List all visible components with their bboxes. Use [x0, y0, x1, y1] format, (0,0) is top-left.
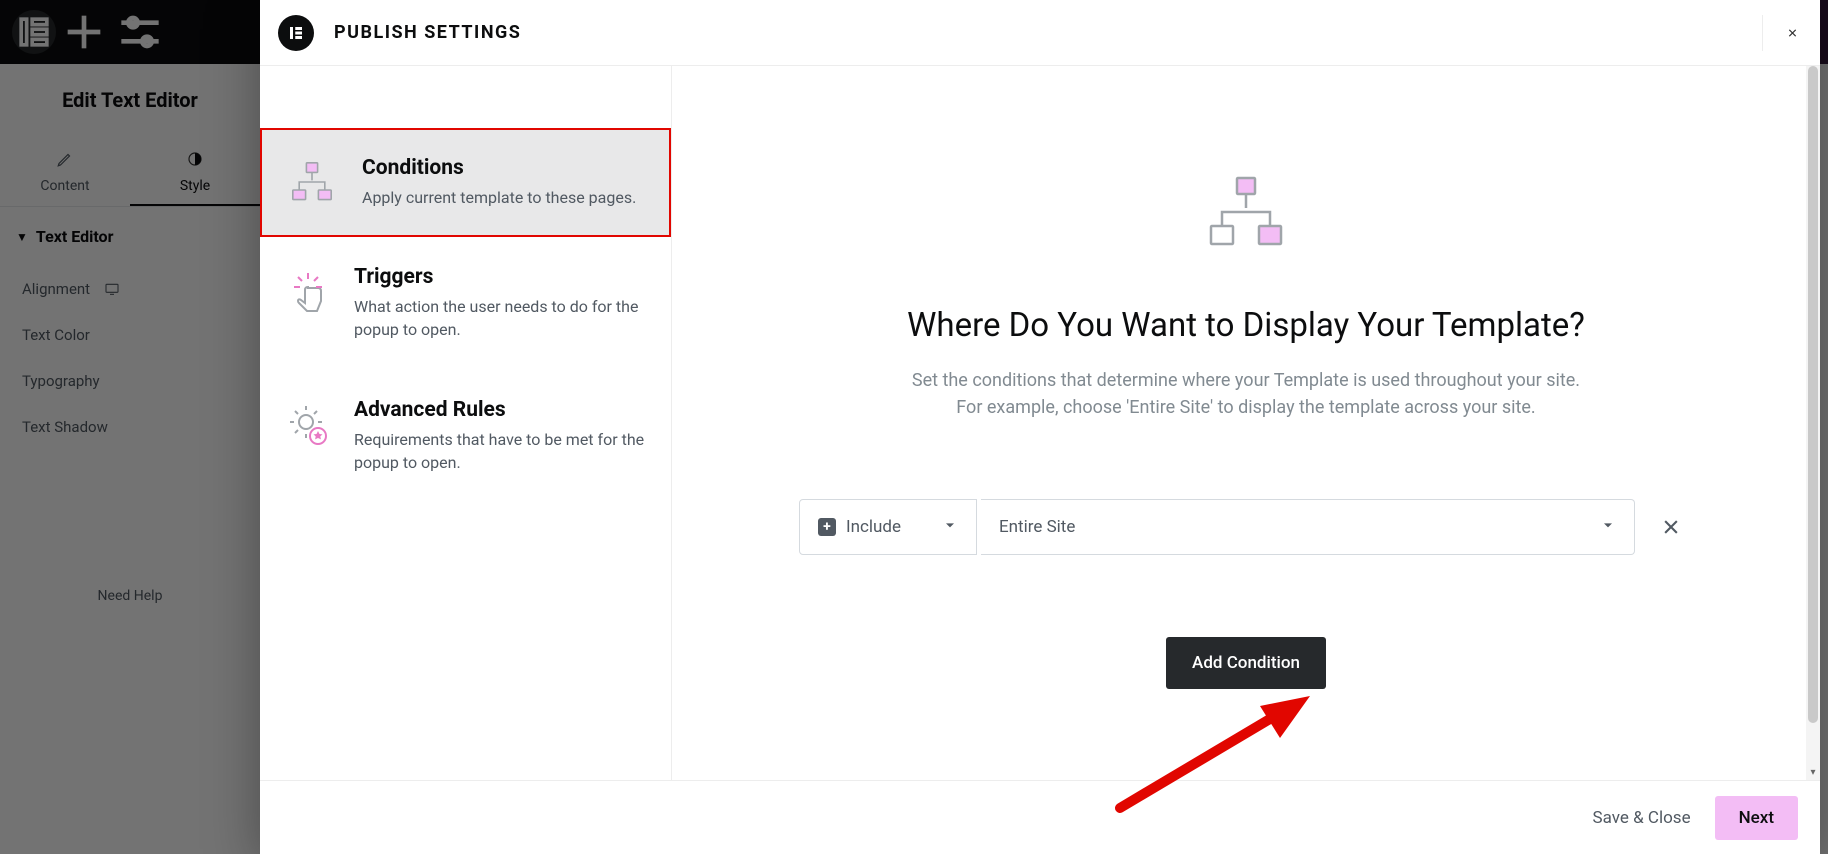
- modal-footer: Save & Close Next: [260, 780, 1820, 854]
- desc-line-1: Set the conditions that determine where …: [912, 370, 1580, 391]
- modal-title: PUBLISH SETTINGS: [334, 22, 521, 43]
- pencil-icon: [0, 150, 130, 172]
- tab-content[interactable]: Content: [0, 136, 130, 206]
- elementor-menu-button[interactable]: [12, 10, 56, 54]
- control-text-color[interactable]: Text Color: [0, 312, 260, 358]
- click-icon: [284, 265, 332, 341]
- control-typography[interactable]: Typography: [0, 358, 260, 404]
- include-label: Include: [846, 517, 901, 537]
- scope-select[interactable]: Entire Site: [981, 499, 1635, 555]
- chevron-down-icon: ▼: [16, 230, 28, 244]
- plus-square-icon: +: [818, 518, 836, 536]
- sidebar-item-desc: Apply current template to these pages.: [362, 186, 636, 209]
- remove-condition-button[interactable]: [1649, 505, 1693, 549]
- sidebar-item-triggers[interactable]: Triggers What action the user needs to d…: [260, 237, 671, 369]
- half-circle-icon: [130, 150, 260, 172]
- sidebar-item-title: Advanced Rules: [354, 398, 647, 422]
- scope-label: Entire Site: [999, 517, 1075, 537]
- control-text-shadow[interactable]: Text Shadow: [0, 404, 260, 450]
- gear-star-icon: [284, 398, 332, 474]
- condition-row: + Include Entire Site: [799, 499, 1693, 555]
- control-label: Text Color: [22, 326, 90, 344]
- control-label: Text Shadow: [22, 418, 108, 436]
- add-element-button[interactable]: [56, 0, 112, 64]
- modal-sidebar: Conditions Apply current template to the…: [260, 66, 672, 780]
- panel-title: Edit Text Editor: [0, 64, 260, 136]
- save-close-button[interactable]: Save & Close: [1593, 808, 1691, 828]
- modal-scrollbar[interactable]: ▾: [1806, 66, 1820, 780]
- sitemap-icon: [284, 156, 340, 209]
- modal-body: Conditions Apply current template to the…: [260, 66, 1820, 780]
- sidebar-item-desc: Requirements that have to be met for the…: [354, 428, 647, 474]
- sidebar-item-advanced-rules[interactable]: Advanced Rules Requirements that have to…: [260, 370, 671, 502]
- modal-main: Where Do You Want to Display Your Templa…: [672, 66, 1820, 780]
- main-heading: Where Do You Want to Display Your Templa…: [907, 306, 1585, 345]
- site-settings-button[interactable]: [112, 0, 168, 64]
- tab-style[interactable]: Style: [130, 136, 260, 206]
- close-icon: [1661, 517, 1681, 537]
- control-label: Typography: [22, 372, 100, 390]
- sidebar-item-title: Triggers: [354, 265, 647, 289]
- sidebar-item-desc: What action the user needs to do for the…: [354, 295, 647, 341]
- need-help-link[interactable]: Need Help: [0, 588, 260, 604]
- tab-label: Content: [40, 178, 89, 194]
- control-alignment[interactable]: Alignment: [0, 266, 260, 312]
- editor-left-panel: Edit Text Editor Content Style ▼ Text Ed…: [0, 64, 260, 854]
- next-button[interactable]: Next: [1715, 796, 1798, 840]
- controls-list: Alignment Text Color Typography Text Sha…: [0, 266, 260, 450]
- section-header-text-editor[interactable]: ▼ Text Editor: [0, 207, 260, 266]
- panel-tabs: Content Style: [0, 136, 260, 207]
- modal-header: PUBLISH SETTINGS: [260, 0, 1820, 66]
- caret-down-icon: [1600, 517, 1616, 538]
- publish-settings-modal: PUBLISH SETTINGS Conditions Apply curren…: [260, 0, 1820, 854]
- desc-line-2: For example, choose 'Entire Site' to dis…: [956, 397, 1535, 418]
- close-icon: [1787, 22, 1798, 44]
- include-exclude-select[interactable]: + Include: [799, 499, 977, 555]
- sidebar-item-conditions[interactable]: Conditions Apply current template to the…: [260, 128, 671, 237]
- sidebar-item-title: Conditions: [362, 156, 636, 180]
- sitemap-large-icon: [1203, 174, 1289, 254]
- tab-label: Style: [180, 178, 210, 194]
- editor-topbar: [0, 0, 260, 64]
- desktop-icon: [104, 281, 120, 297]
- modal-close-button[interactable]: [1762, 15, 1798, 51]
- elementor-logo-icon: [278, 15, 314, 51]
- scroll-down-arrow-icon: ▾: [1806, 767, 1820, 778]
- control-label: Alignment: [22, 280, 90, 298]
- add-condition-button[interactable]: Add Condition: [1166, 637, 1326, 689]
- section-title: Text Editor: [36, 227, 114, 246]
- main-description: Set the conditions that determine where …: [912, 367, 1580, 421]
- caret-down-icon: [942, 517, 958, 538]
